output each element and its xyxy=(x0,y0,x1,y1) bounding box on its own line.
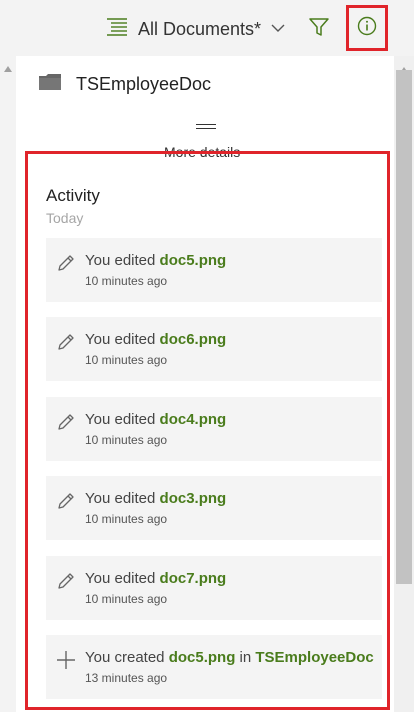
scrollbar[interactable] xyxy=(394,56,414,712)
activity-text: You edited doc3.png xyxy=(85,490,226,507)
filter-icon xyxy=(308,16,330,43)
activity-item[interactable]: You edited doc5.png 10 minutes ago xyxy=(46,238,382,302)
activity-file-link[interactable]: doc7.png xyxy=(160,570,227,587)
edit-pencil-icon xyxy=(55,490,77,517)
activity-item[interactable]: You created doc5.png in TSEmployeeDoc 13… xyxy=(46,635,382,699)
folder-icon xyxy=(38,73,62,96)
activity-file-link[interactable]: doc4.png xyxy=(160,411,227,428)
activity-item[interactable]: You edited doc7.png 10 minutes ago xyxy=(46,556,382,620)
info-icon xyxy=(356,15,378,42)
activity-file-link[interactable]: doc5.png xyxy=(160,252,227,269)
activity-text: You edited doc7.png xyxy=(85,570,226,587)
command-bar: All Documents* xyxy=(0,0,414,56)
activity-section: Activity Today You edited doc5.png 10 mi… xyxy=(25,151,390,710)
document-name: TSEmployeeDoc xyxy=(76,73,212,94)
activity-verb: You edited xyxy=(85,411,160,428)
scroll-up-arrow-icon[interactable] xyxy=(3,60,13,78)
activity-text: You edited doc4.png xyxy=(85,411,226,428)
activity-file-link[interactable]: doc6.png xyxy=(160,331,227,348)
details-panel: TSEmployeeDoc More details Activity Toda… xyxy=(16,56,394,712)
activity-time: 10 minutes ago xyxy=(85,512,168,526)
filter-button[interactable] xyxy=(304,14,334,44)
list-view-icon xyxy=(106,17,128,42)
activity-time: 13 minutes ago xyxy=(85,671,168,685)
edit-pencil-icon xyxy=(55,252,77,279)
activity-heading: Activity xyxy=(46,186,100,205)
activity-location-link[interactable]: TSEmployeeDoc xyxy=(255,649,373,666)
activity-text: You edited doc5.png xyxy=(85,252,226,269)
activity-verb: You edited xyxy=(85,331,160,348)
document-header: TSEmployeeDoc xyxy=(38,72,211,96)
edit-pencil-icon xyxy=(55,331,77,358)
activity-time: 10 minutes ago xyxy=(85,353,168,367)
view-label: All Documents* xyxy=(138,18,262,39)
add-plus-icon xyxy=(55,649,77,676)
activity-text: You edited doc6.png xyxy=(85,331,226,348)
activity-verb: You edited xyxy=(85,570,160,587)
activity-day-label: Today xyxy=(46,210,84,226)
activity-verb: You edited xyxy=(85,490,160,507)
activity-file-link[interactable]: doc3.png xyxy=(160,490,227,507)
activity-text: You created doc5.png in TSEmployeeDoc xyxy=(85,649,374,666)
activity-item[interactable]: You edited doc4.png 10 minutes ago xyxy=(46,397,382,461)
chevron-down-icon xyxy=(271,20,285,38)
activity-item[interactable]: You edited doc6.png 10 minutes ago xyxy=(46,317,382,381)
expand-handle-icon[interactable] xyxy=(196,124,216,129)
activity-in-text: in xyxy=(235,649,256,666)
activity-verb: You created xyxy=(85,649,169,666)
edit-pencil-icon xyxy=(55,570,77,597)
activity-verb: You edited xyxy=(85,252,160,269)
left-pane-edge xyxy=(0,56,16,712)
edit-pencil-icon xyxy=(55,411,77,438)
activity-time: 10 minutes ago xyxy=(85,274,168,288)
view-selector[interactable]: All Documents* xyxy=(106,14,285,44)
activity-time: 10 minutes ago xyxy=(85,433,168,447)
activity-time: 10 minutes ago xyxy=(85,592,168,606)
activity-item[interactable]: You edited doc3.png 10 minutes ago xyxy=(46,476,382,540)
info-button[interactable] xyxy=(346,5,388,51)
activity-file-link[interactable]: doc5.png xyxy=(169,649,236,666)
scrollbar-thumb[interactable] xyxy=(396,70,412,584)
